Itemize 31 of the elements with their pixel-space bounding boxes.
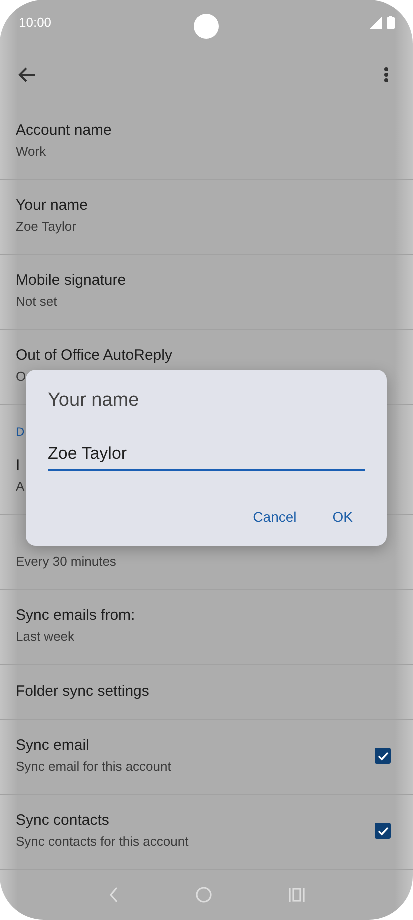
checkbox[interactable] (375, 823, 391, 839)
setting-value: Work (16, 143, 46, 161)
camera-hole-icon (194, 14, 219, 39)
setting-title[interactable]: Mobile signature (16, 271, 126, 291)
back-arrow-icon[interactable] (18, 67, 36, 83)
dialog-title: Your name (48, 390, 140, 412)
dialog-button[interactable]: Cancel (241, 505, 309, 529)
setting-title[interactable]: Out of Office AutoReply (16, 346, 172, 366)
section-header: D (16, 424, 25, 440)
setting-title[interactable]: Account name (16, 121, 112, 141)
setting-value: Zoe Taylor (16, 218, 76, 236)
setting-value: Not set (16, 293, 58, 311)
setting-value: Every 30 minutes (16, 553, 116, 571)
setting-value: Last week (16, 628, 75, 646)
battery-icon (387, 16, 395, 29)
checkbox[interactable] (375, 748, 391, 764)
setting-value: Sync contacts for this account (16, 833, 189, 851)
more-options-icon[interactable] (384, 67, 389, 83)
signal-icon (370, 17, 382, 29)
setting-title[interactable]: Folder sync settings (16, 682, 150, 702)
setting-title[interactable]: I (16, 456, 20, 476)
dialog-button[interactable]: OK (320, 505, 365, 529)
setting-value: O (16, 368, 26, 386)
setting-value: A (16, 478, 25, 496)
name-input-field[interactable]: Zoe Taylor (48, 440, 365, 471)
setting-title[interactable]: Sync email (16, 736, 90, 756)
setting-value: Sync email for this account (16, 758, 172, 776)
setting-title[interactable]: Sync contacts (16, 811, 110, 831)
status-time: 10:00 (19, 15, 52, 30)
setting-title[interactable]: Sync emails from: (16, 606, 136, 626)
setting-title[interactable]: Your name (16, 196, 88, 216)
